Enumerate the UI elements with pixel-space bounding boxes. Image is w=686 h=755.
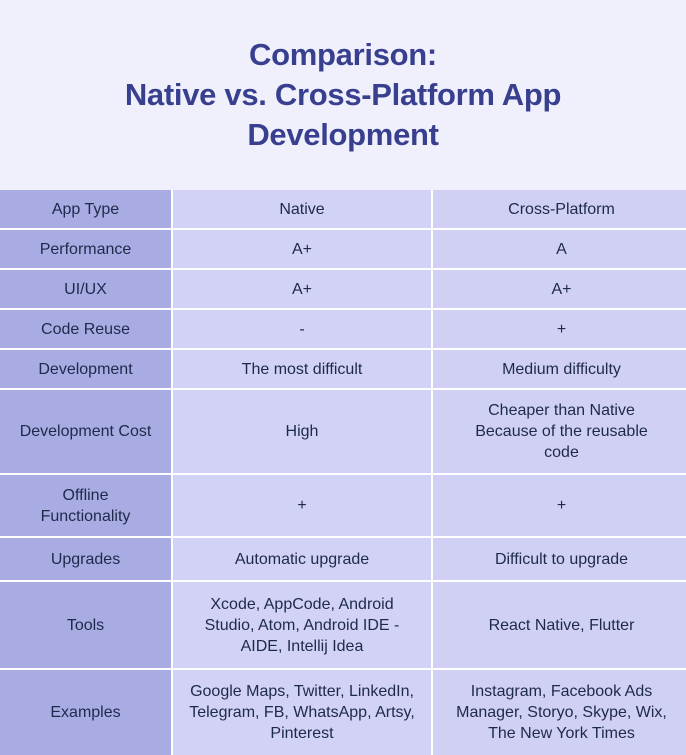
- native-offline-functionality: +: [173, 475, 431, 536]
- cross-development: Medium difficulty: [433, 350, 686, 388]
- row-label-development-cost: Development Cost: [0, 390, 171, 473]
- row-label-upgrades: Upgrades: [0, 538, 171, 580]
- page-title-line-2: Native vs. Cross-Platform App: [124, 77, 562, 112]
- native-performance: A+: [173, 230, 431, 268]
- native-tools: Xcode, AppCode, Android Studio, Atom, An…: [173, 582, 431, 668]
- native-development: The most difficult: [173, 350, 431, 388]
- row-label-code-reuse: Code Reuse: [0, 310, 171, 348]
- native-ui-ux: A+: [173, 270, 431, 308]
- row-label-app-type: App Type: [0, 190, 171, 228]
- page-title-line-1: Comparison:: [249, 37, 437, 72]
- row-label-offline-functionality: Offline Functionality: [0, 475, 171, 536]
- native-upgrades: Automatic upgrade: [173, 538, 431, 580]
- comparison-table: App Type Native Cross-Platform Performan…: [0, 190, 686, 755]
- cross-performance: A: [433, 230, 686, 268]
- cross-offline-functionality: +: [433, 475, 686, 536]
- native-code-reuse: -: [173, 310, 431, 348]
- row-label-ui-ux: UI/UX: [0, 270, 171, 308]
- cross-upgrades: Difficult to upgrade: [433, 538, 686, 580]
- row-label-development: Development: [0, 350, 171, 388]
- column-header-native: Native: [173, 190, 431, 228]
- cross-development-cost: Cheaper than Native Because of the reusa…: [433, 390, 686, 473]
- page-title-line-3: Development: [247, 117, 439, 152]
- column-header-cross-platform: Cross-Platform: [433, 190, 686, 228]
- page-header: Comparison: Native vs. Cross-Platform Ap…: [0, 0, 686, 190]
- row-label-examples: Examples: [0, 670, 171, 755]
- cross-ui-ux: A+: [433, 270, 686, 308]
- native-development-cost: High: [173, 390, 431, 473]
- row-label-performance: Performance: [0, 230, 171, 268]
- native-examples: Google Maps, Twitter, LinkedIn, Telegram…: [173, 670, 431, 755]
- cross-examples: Instagram, Facebook Ads Manager, Storyo,…: [433, 670, 686, 755]
- cross-code-reuse: +: [433, 310, 686, 348]
- row-label-tools: Tools: [0, 582, 171, 668]
- cross-tools: React Native, Flutter: [433, 582, 686, 668]
